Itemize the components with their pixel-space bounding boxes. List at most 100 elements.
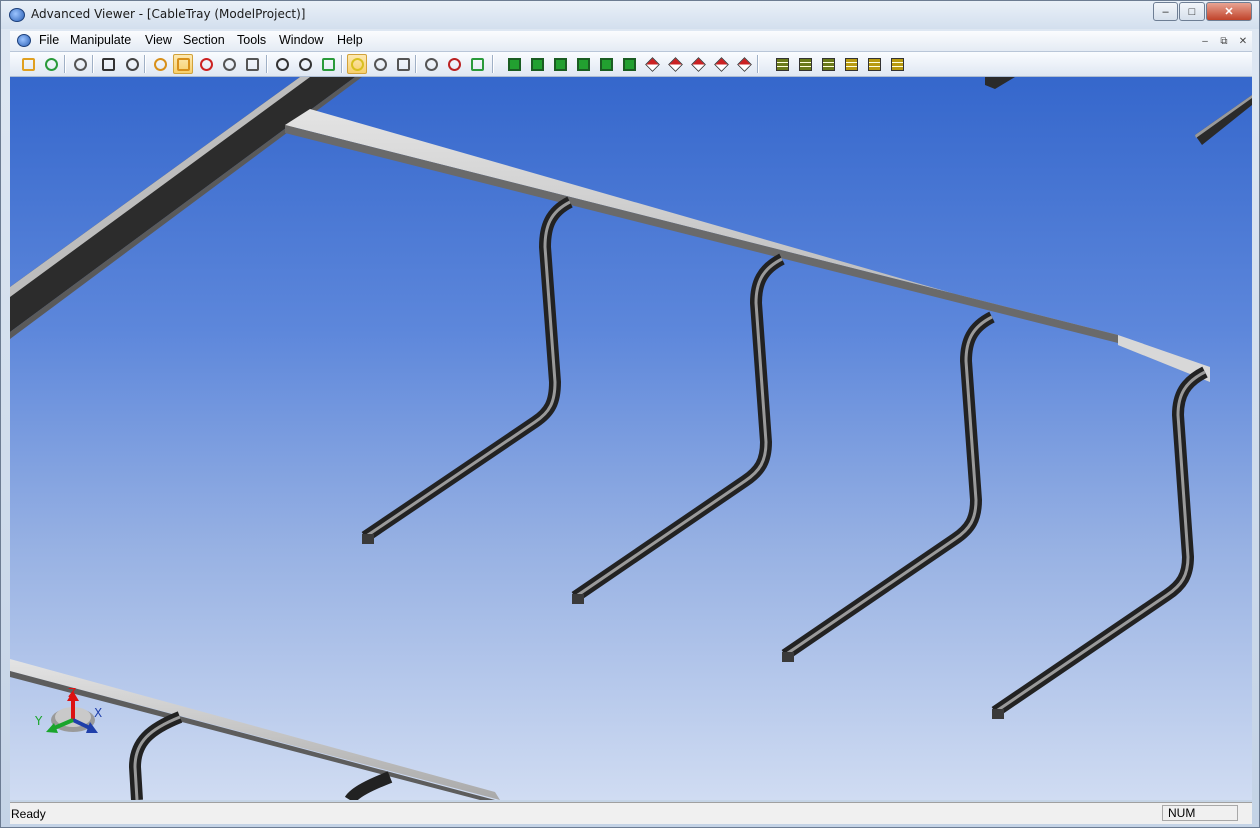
filter-icon — [470, 57, 484, 71]
view-left-button[interactable] — [550, 54, 570, 74]
orbit-button[interactable] — [173, 54, 193, 74]
pan-hand-icon — [245, 57, 259, 71]
paint-button[interactable] — [318, 54, 338, 74]
rung-2 — [571, 253, 785, 604]
layers-3-button[interactable] — [887, 54, 907, 74]
shaded-icon — [350, 57, 364, 71]
hidden-line-icon — [396, 57, 410, 71]
view-front-button[interactable] — [504, 54, 524, 74]
view-top-button[interactable] — [596, 54, 616, 74]
pan-hand-button[interactable] — [242, 54, 262, 74]
mdi-close-button[interactable]: ✕ — [1234, 33, 1252, 50]
view-iso-1-button[interactable] — [642, 54, 662, 74]
table-2-icon — [798, 57, 812, 71]
mdi-minimize-button[interactable]: – — [1196, 33, 1214, 50]
measure-icon — [447, 57, 461, 71]
title-bar: Advanced Viewer - [CableTray (ModelProje… — [1, 1, 1259, 29]
cable-tray-model: Z Y X — [10, 77, 1252, 800]
select-arrow-button[interactable] — [272, 54, 292, 74]
view-back-icon — [530, 57, 544, 71]
view-iso-3-button[interactable] — [688, 54, 708, 74]
rung-3 — [781, 311, 995, 662]
view-right-icon — [576, 57, 590, 71]
view-iso-4-icon — [713, 56, 729, 72]
fit-view-button[interactable] — [122, 54, 142, 74]
close-button[interactable]: ✕ — [1206, 2, 1252, 21]
print-button[interactable] — [70, 54, 90, 74]
rung-4 — [991, 366, 1208, 719]
menu-window[interactable]: Window — [279, 33, 323, 47]
layers-2-button[interactable] — [864, 54, 884, 74]
refresh-button[interactable] — [41, 54, 61, 74]
layers-2-icon — [867, 57, 881, 71]
zoom-icon — [424, 57, 438, 71]
refresh-icon — [44, 57, 58, 71]
menu-section[interactable]: Section — [183, 33, 225, 47]
window-title: Advanced Viewer - [CableTray (ModelProje… — [31, 7, 306, 21]
document-icon[interactable] — [17, 34, 31, 47]
table-1-button[interactable] — [772, 54, 792, 74]
layers-1-button[interactable] — [841, 54, 861, 74]
table-2-button[interactable] — [795, 54, 815, 74]
view-left-icon — [553, 57, 567, 71]
print-icon — [73, 57, 87, 71]
measure-button[interactable] — [444, 54, 464, 74]
toolbar-separator — [341, 55, 343, 73]
zoom-button[interactable] — [421, 54, 441, 74]
shaded-button[interactable] — [347, 54, 367, 74]
toolbar-separator — [64, 55, 66, 73]
stub-top-right — [985, 77, 1252, 145]
view-back-button[interactable] — [527, 54, 547, 74]
view-iso-2-icon — [667, 56, 683, 72]
zoom-rotate-button[interactable] — [196, 54, 216, 74]
toolbar-separator — [415, 55, 417, 73]
menu-view[interactable]: View — [145, 33, 172, 47]
grid-button[interactable] — [98, 54, 118, 74]
filter-button[interactable] — [467, 54, 487, 74]
rung-1 — [361, 196, 573, 544]
table-3-icon — [821, 57, 835, 71]
view-front-icon — [507, 57, 521, 71]
orbit-icon — [176, 57, 190, 71]
open-button[interactable] — [18, 54, 38, 74]
rotate-icon — [153, 57, 167, 71]
view-top-icon — [599, 57, 613, 71]
table-1-icon — [775, 57, 789, 71]
menu-bar: File Manipulate View Section Tools Windo… — [10, 31, 1252, 52]
walk-icon — [222, 57, 236, 71]
walk-button[interactable] — [219, 54, 239, 74]
resize-grip-icon[interactable] — [1240, 805, 1252, 821]
minimize-button[interactable]: – — [1153, 2, 1178, 21]
menu-manipulate[interactable]: Manipulate — [70, 33, 131, 47]
box-select-button[interactable] — [295, 54, 315, 74]
axis-y-label: Y — [34, 714, 43, 728]
open-icon — [21, 57, 35, 71]
rotate-button[interactable] — [150, 54, 170, 74]
view-bottom-button[interactable] — [619, 54, 639, 74]
axis-z-label: Z — [68, 686, 76, 700]
menu-tools[interactable]: Tools — [237, 33, 266, 47]
menu-help[interactable]: Help — [337, 33, 363, 47]
3d-viewport[interactable]: Z Y X — [10, 77, 1252, 800]
hidden-line-button[interactable] — [393, 54, 413, 74]
table-3-button[interactable] — [818, 54, 838, 74]
layers-3-icon — [890, 57, 904, 71]
wireframe-button[interactable] — [370, 54, 390, 74]
view-iso-5-button[interactable] — [734, 54, 754, 74]
view-iso-1-icon — [644, 56, 660, 72]
mdi-restore-button[interactable]: ⧉ — [1215, 33, 1233, 50]
view-iso-5-icon — [736, 56, 752, 72]
view-right-button[interactable] — [573, 54, 593, 74]
toolbar-separator — [144, 55, 146, 73]
status-bar: Ready NUM — [10, 802, 1252, 824]
view-iso-3-icon — [690, 56, 706, 72]
restore-button[interactable]: □ — [1179, 2, 1205, 21]
layers-1-icon — [844, 57, 858, 71]
axis-x-label: X — [94, 706, 102, 720]
view-iso-2-button[interactable] — [665, 54, 685, 74]
select-arrow-icon — [275, 57, 289, 71]
menu-file[interactable]: File — [39, 33, 59, 47]
main-toolbar — [10, 52, 1252, 77]
view-iso-4-button[interactable] — [711, 54, 731, 74]
paint-icon — [321, 57, 335, 71]
